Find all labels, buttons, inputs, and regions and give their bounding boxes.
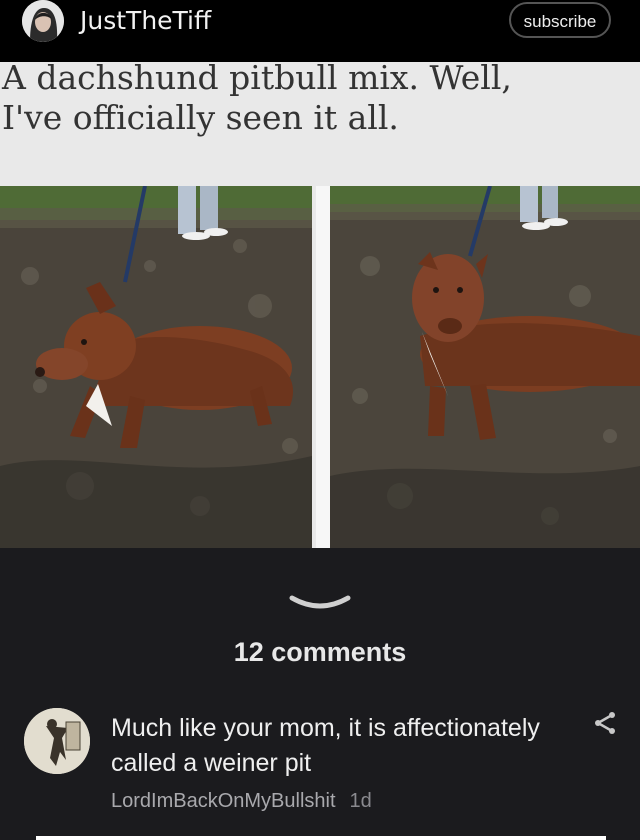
avatar-image <box>22 0 64 42</box>
post-image[interactable]: A dachshund pitbull mix. Well, I've offi… <box>0 62 640 574</box>
image-divider <box>316 186 330 548</box>
user-avatar[interactable] <box>22 0 64 42</box>
comments-count: 12 comments <box>233 637 407 667</box>
commenter-avatar[interactable] <box>24 708 90 774</box>
share-icon[interactable] <box>592 710 618 736</box>
subscribe-button[interactable]: subscribe <box>509 2 611 38</box>
comment-author[interactable]: LordImBackOnMyBullshit <box>111 790 336 812</box>
comment-meta: LordImBackOnMyBullshit 1d <box>111 790 372 813</box>
dog-photo-right <box>330 186 640 548</box>
caption-line-2: I've officially seen it all. <box>2 98 399 137</box>
post-caption: A dachshund pitbull mix. Well, I've offi… <box>2 62 512 138</box>
dog-photo-left <box>0 186 312 548</box>
chevron-down-icon[interactable] <box>288 592 352 612</box>
comment-text: Much like your mom, it is affectionately… <box>111 714 540 777</box>
comment-time: 1d <box>349 790 372 812</box>
home-indicator <box>36 836 606 840</box>
top-bar: JustTheTiff subscribe <box>0 0 640 62</box>
caption-line-1: A dachshund pitbull mix. Well, <box>2 62 512 97</box>
username[interactable]: JustTheTiff <box>80 6 211 35</box>
